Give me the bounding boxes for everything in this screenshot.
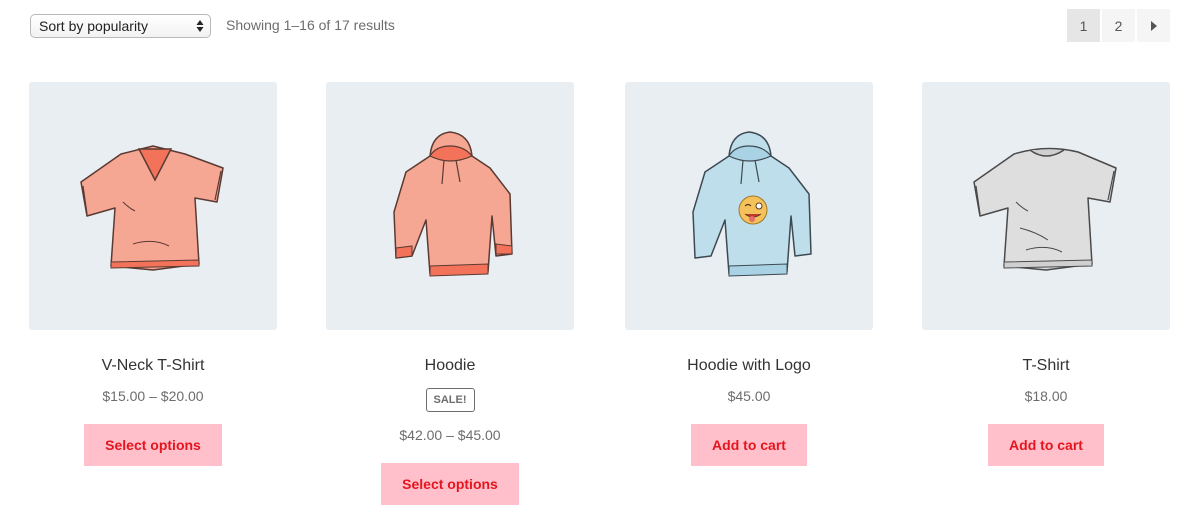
select-options-button[interactable]: Select options <box>381 463 519 505</box>
sort-select-value: Sort by popularity <box>39 18 148 34</box>
result-count: Showing 1–16 of 17 results <box>226 17 395 33</box>
product-price: $45.00 <box>727 388 771 404</box>
tshirt-illustration <box>973 147 1117 271</box>
product-price: $15.00 – $20.00 <box>102 388 204 404</box>
product-price: $42.00 – $45.00 <box>399 427 501 443</box>
sale-badge: SALE! <box>425 388 475 412</box>
product-title[interactable]: V-Neck T-Shirt <box>29 356 277 376</box>
next-page-button[interactable] <box>1137 9 1170 42</box>
page-1-button[interactable]: 1 <box>1067 9 1100 42</box>
product-image-link[interactable] <box>922 82 1170 330</box>
page-2-button[interactable]: 2 <box>1102 9 1135 42</box>
product-title[interactable]: T-Shirt <box>922 356 1170 376</box>
product-card: Hoodie with Logo $45.00 Add to cart <box>625 82 873 466</box>
product-card: V-Neck T-Shirt $15.00 – $20.00 Select op… <box>29 82 277 466</box>
pagination: 1 2 <box>1067 9 1170 42</box>
next-arrow-icon <box>1150 20 1157 31</box>
product-image-link[interactable] <box>326 82 574 330</box>
v-neck-tshirt-illustration <box>80 145 224 271</box>
product-image-link[interactable] <box>625 82 873 330</box>
add-to-cart-button[interactable]: Add to cart <box>691 424 807 466</box>
product-card: T-Shirt $18.00 Add to cart <box>922 82 1170 466</box>
product-card: Hoodie SALE! $42.00 – $45.00 Select opti… <box>326 82 574 505</box>
product-image-link[interactable] <box>29 82 277 330</box>
select-options-button[interactable]: Select options <box>84 424 222 466</box>
sort-select[interactable]: Sort by popularity <box>30 14 211 38</box>
product-title[interactable]: Hoodie with Logo <box>625 356 873 376</box>
select-arrows-icon <box>196 20 204 32</box>
product-title[interactable]: Hoodie <box>326 356 574 376</box>
product-price: $18.00 <box>1024 388 1068 404</box>
shop-page: Sort by popularity Showing 1–16 of 17 re… <box>0 0 1200 532</box>
hoodie-illustration <box>393 131 513 277</box>
add-to-cart-button[interactable]: Add to cart <box>988 424 1104 466</box>
hoodie-with-logo-illustration <box>692 131 812 277</box>
